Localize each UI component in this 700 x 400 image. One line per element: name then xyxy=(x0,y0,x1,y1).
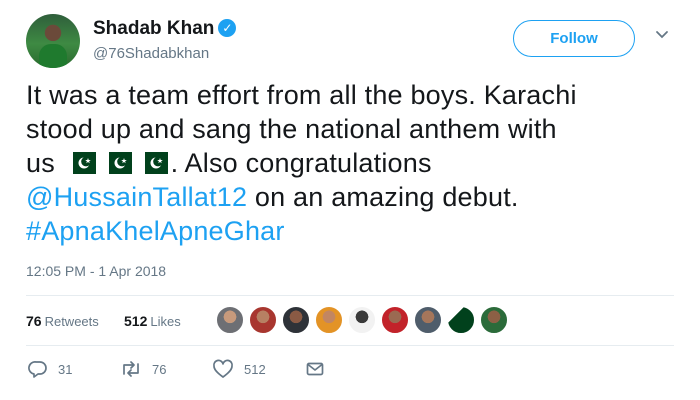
retweets-stat[interactable]: 76 Retweets xyxy=(26,313,99,329)
retweet-button[interactable]: 76 xyxy=(120,358,166,382)
divider xyxy=(26,295,674,296)
hashtag-link[interactable]: #ApnaKhelApneGhar xyxy=(26,216,285,246)
tweet-line: @HussainTallat12 on an amazing debut. xyxy=(26,180,676,214)
envelope-icon xyxy=(306,362,324,376)
liker-avatar[interactable] xyxy=(381,306,409,334)
reply-icon xyxy=(28,361,47,378)
liker-avatar[interactable] xyxy=(480,306,508,334)
like-count: 512 xyxy=(244,362,266,377)
liker-avatar[interactable] xyxy=(447,306,475,334)
verified-badge-icon: ✓ xyxy=(218,19,237,37)
likes-label: Likes xyxy=(150,314,181,329)
tweet-text-segment: us xyxy=(26,148,55,178)
liker-avatar[interactable] xyxy=(348,306,376,334)
tweet-stats: 76 Retweets 512 Likes xyxy=(26,304,674,340)
reply-button[interactable]: 31 xyxy=(28,358,72,382)
liker-avatar[interactable] xyxy=(414,306,442,334)
heart-icon xyxy=(213,359,233,378)
author-avatar[interactable] xyxy=(26,14,80,68)
pakistan-flag-icon xyxy=(65,148,96,174)
tweet-text-segment: on an amazing debut. xyxy=(247,182,519,212)
chevron-down-icon[interactable] xyxy=(654,26,670,42)
direct-message-button[interactable] xyxy=(305,358,335,382)
retweet-count: 76 xyxy=(152,362,167,377)
author-handle[interactable]: @76Shadabkhan xyxy=(93,45,209,62)
tweet-line: us . Also congratulations xyxy=(26,146,676,180)
likes-stat[interactable]: 512 Likes xyxy=(124,313,181,329)
liker-avatar[interactable] xyxy=(216,306,244,334)
likes-count: 512 xyxy=(124,313,148,329)
tweet-header: Shadab Khan ✓ @76Shadabkhan Follow xyxy=(26,12,686,68)
tweet-actions: 31 76 512 xyxy=(26,358,674,382)
mention-link[interactable]: @HussainTallat12 xyxy=(26,182,247,212)
retweet-icon xyxy=(123,361,139,377)
tweet-line: It was a team effort from all the boys. … xyxy=(26,80,577,110)
tweet-text-segment: . Also congratulations xyxy=(170,148,432,178)
pakistan-flag-icon xyxy=(101,148,132,174)
follow-button[interactable]: Follow xyxy=(513,20,635,57)
like-button[interactable]: 512 xyxy=(212,358,266,382)
author-name-row[interactable]: Shadab Khan ✓ xyxy=(93,18,237,40)
liker-avatar[interactable] xyxy=(282,306,310,334)
tweet-text: It was a team effort from all the boys. … xyxy=(26,78,676,248)
divider xyxy=(26,345,674,346)
retweets-label: Retweets xyxy=(44,314,99,329)
retweets-count: 76 xyxy=(26,313,42,329)
author-name[interactable]: Shadab Khan xyxy=(93,18,214,39)
tweet-line: stood up and sang the national anthem wi… xyxy=(26,114,557,144)
reply-count: 31 xyxy=(58,362,73,377)
tweet-timestamp[interactable]: 12:05 PM - 1 Apr 2018 xyxy=(26,263,166,279)
tweet-line: #ApnaKhelApneGhar xyxy=(26,214,676,248)
liker-avatar[interactable] xyxy=(315,306,343,334)
pakistan-flag-icon xyxy=(137,148,168,174)
liker-avatar[interactable] xyxy=(249,306,277,334)
